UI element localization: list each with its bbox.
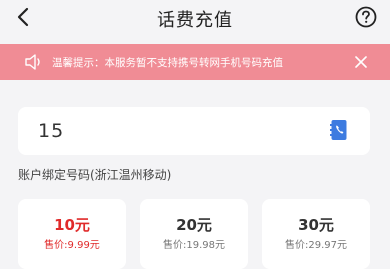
amount-face-value: 20元 — [176, 216, 212, 234]
phone-input-card: 15 — [18, 107, 370, 155]
question-circle-icon — [355, 6, 377, 28]
help-button[interactable] — [355, 6, 377, 28]
amount-option-20[interactable]: 20元 售价:19.98元 — [140, 199, 248, 269]
amount-sale-price: 售价:29.97元 — [285, 240, 347, 251]
amount-option-30[interactable]: 30元 售价:29.97元 — [262, 199, 370, 269]
amount-face-value: 30元 — [298, 216, 334, 234]
bound-number-label: 账户绑定号码(浙江温州移动) — [18, 168, 172, 182]
speaker-icon — [25, 54, 40, 70]
amount-sale-price: 售价:19.98元 — [163, 240, 225, 251]
page-title: 话费充值 — [157, 10, 233, 31]
header-bar: 话费充值 — [0, 0, 390, 38]
phone-number-input[interactable]: 15 — [38, 120, 64, 142]
notice-text: 温馨提示：本服务暂不支持携号转网手机号码充值 — [52, 57, 283, 69]
amount-face-value: 10元 — [54, 216, 90, 234]
amount-option-10[interactable]: 10元 售价:9.99元 — [18, 199, 126, 269]
amount-sale-price: 售价:9.99元 — [44, 240, 100, 251]
contact-book-icon[interactable] — [330, 119, 348, 141]
notice-banner: 温馨提示：本服务暂不支持携号转网手机号码充值 — [0, 44, 390, 80]
close-icon[interactable] — [355, 56, 367, 68]
